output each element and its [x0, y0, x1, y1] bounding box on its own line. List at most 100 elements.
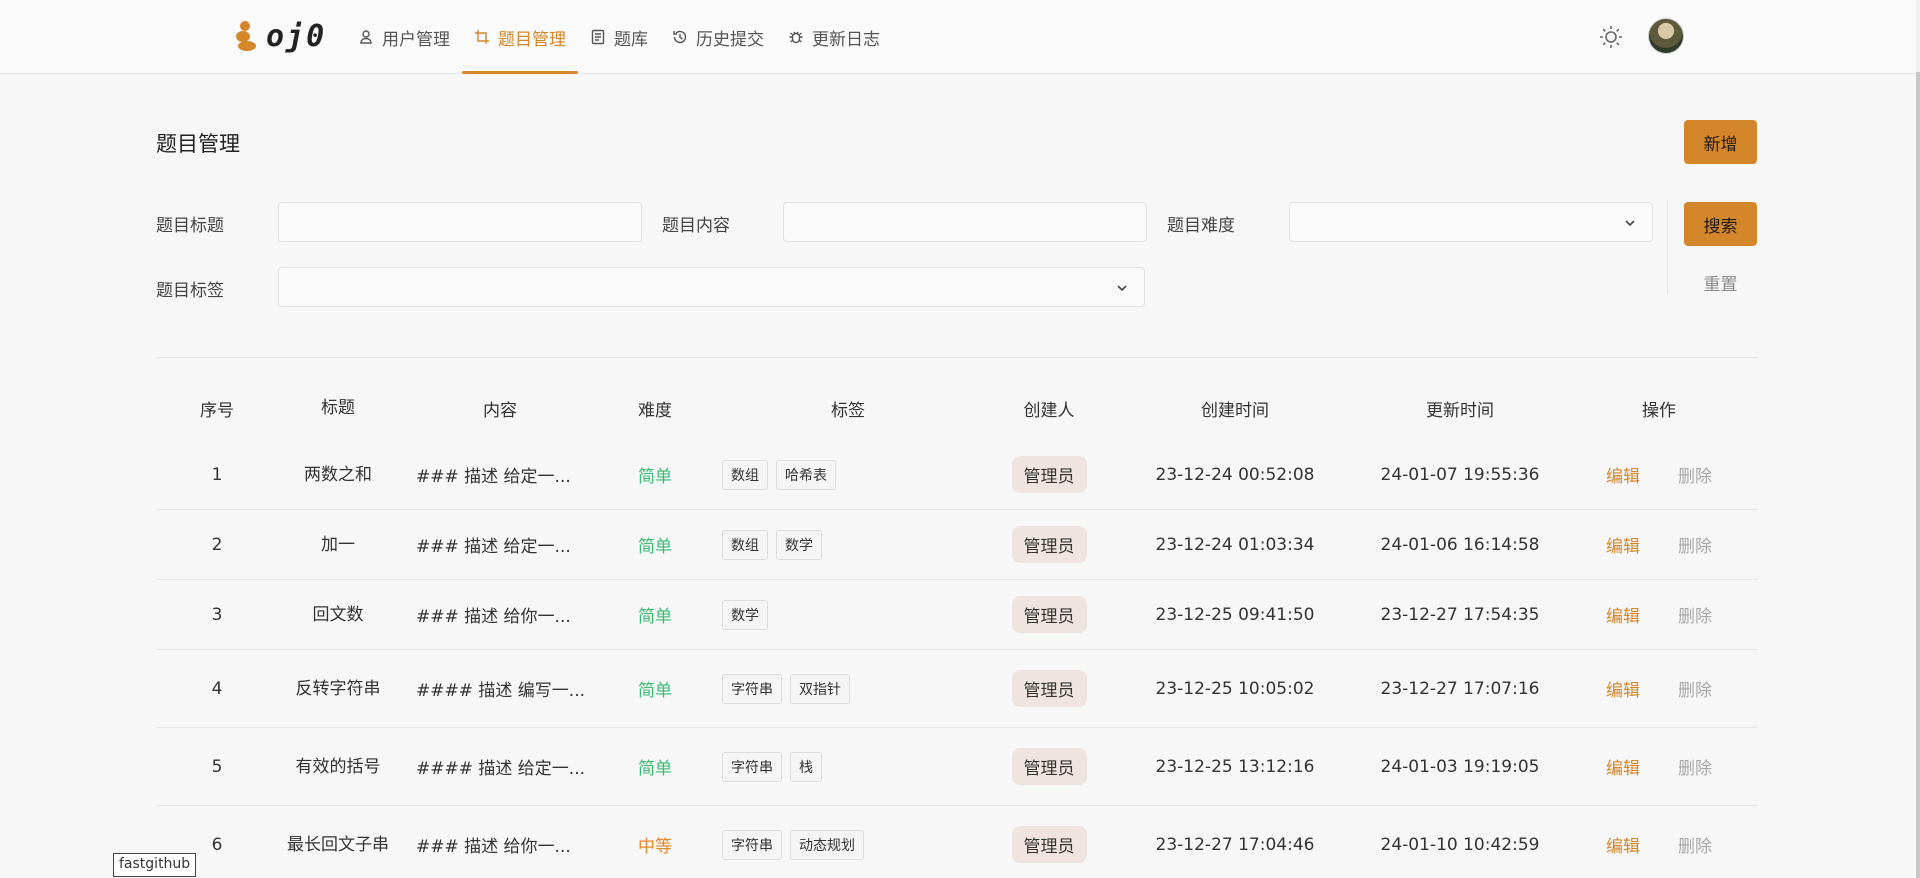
cell-actions: 编辑 删除 — [1560, 462, 1758, 487]
fastgithub-label: fastgithub — [113, 853, 197, 877]
table-row: 6 最长回文子串 ### 描述 给你一... 中等 字符串 动态规划 管理员 23-12-27… — [156, 806, 1758, 878]
tags-select[interactable] — [278, 267, 1145, 307]
nav-item-problem-admin[interactable]: 题目管理 — [462, 0, 578, 74]
page-scrollbar[interactable] — [1916, 0, 1920, 878]
table-row: 5 有效的括号 #### 描述 给定一... 简单 字符串栈管理员 23-12-25 13… — [156, 728, 1758, 806]
search-button[interactable]: 搜索 — [1684, 202, 1757, 246]
table-row: 4 反转字符串 #### 描述 编写一... 简单 字符串 双指针 管理员 23-12-25 … — [156, 650, 1758, 728]
nav-item-history[interactable]: 历史提交 — [660, 0, 776, 74]
table-row: 1 两数之和 ### 描述 给定一... 简单 数组 哈希表 管理员 23-12-24 00:… — [156, 440, 1758, 510]
tag-chip: 字符串 — [722, 751, 782, 782]
cell-created: 23-12-25 13:12:16 — [1155, 756, 1315, 777]
cell-tags: 字符串 双指针 — [708, 673, 988, 704]
delete-button[interactable]: 删除 — [1678, 754, 1712, 779]
cell-difficulty: 简单 — [638, 759, 672, 779]
cell-content: #### 描述 给定一... — [416, 759, 585, 779]
cell-updated: 24-01-07 19:55:36 — [1380, 464, 1540, 485]
edit-button[interactable]: 编辑 — [1606, 676, 1640, 701]
cell-tags: 数组 哈希表 — [708, 459, 988, 490]
nav-label-history: 历史提交 — [696, 29, 764, 50]
cell-index: 3 — [211, 604, 223, 625]
cell-created: 23-12-27 17:04:46 — [1155, 834, 1315, 855]
tag-chip: 哈希表 — [776, 459, 836, 490]
creator-badge: 管理员 — [1011, 526, 1087, 563]
cell-tags: 字符串栈 — [708, 751, 988, 782]
cell-creator: 管理员 — [988, 826, 1110, 863]
table-body: 1 两数之和 ### 描述 给定一... 简单 数组 哈希表 管理员 23-12-24 00:… — [156, 440, 1758, 878]
history-icon — [673, 30, 687, 44]
cell-content: #### 描述 编写一... — [416, 681, 585, 701]
delete-button[interactable]: 删除 — [1678, 462, 1712, 487]
user-icon — [360, 30, 372, 44]
creator-badge: 管理员 — [1011, 748, 1087, 785]
cell-title: 有效的括号 — [295, 756, 381, 777]
col-header-content: 内容 — [483, 400, 517, 421]
top-header: oj0 用户管理 题目管理 题库 历史提交 更新日志 — [0, 0, 1916, 74]
logo-mark-icon — [236, 21, 258, 51]
app-logo[interactable]: oj0 — [236, 18, 326, 54]
tag-chip: 数学 — [776, 529, 822, 560]
cell-index: 1 — [211, 464, 223, 485]
filter-divider — [1667, 200, 1668, 294]
cell-actions: 编辑 删除 — [1560, 676, 1758, 701]
user-avatar[interactable] — [1648, 18, 1684, 54]
document-icon — [591, 29, 605, 45]
cell-created: 23-12-25 09:41:50 — [1155, 604, 1315, 625]
cell-updated: 24-01-03 19:19:05 — [1380, 756, 1540, 777]
edit-button[interactable]: 编辑 — [1606, 832, 1640, 857]
cell-created: 23-12-25 10:05:02 — [1155, 678, 1315, 699]
tag-chip: 双指针 — [790, 673, 850, 704]
nav-item-changelog[interactable]: 更新日志 — [776, 0, 892, 74]
title-input[interactable] — [278, 202, 642, 242]
col-header-difficulty: 难度 — [638, 400, 672, 421]
cell-creator: 管理员 — [988, 456, 1110, 493]
cell-content: ### 描述 给定一... — [416, 467, 571, 487]
cell-actions: 编辑 删除 — [1560, 532, 1758, 557]
cell-created: 23-12-24 00:52:08 — [1155, 464, 1315, 485]
cell-difficulty: 中等 — [638, 837, 672, 857]
nav-label-changelog: 更新日志 — [812, 29, 880, 50]
filter-content-label: 题目内容 — [662, 216, 730, 236]
main-nav: 用户管理 题目管理 题库 历史提交 更新日志 — [346, 0, 892, 74]
nav-label-users: 用户管理 — [382, 29, 450, 50]
tag-chip: 字符串 — [722, 829, 782, 860]
cell-creator: 管理员 — [988, 526, 1110, 563]
cell-tags: 数学 — [708, 599, 988, 630]
edit-button[interactable]: 编辑 — [1606, 754, 1640, 779]
delete-button[interactable]: 删除 — [1678, 532, 1712, 557]
edit-button[interactable]: 编辑 — [1606, 532, 1640, 557]
add-button[interactable]: 新增 — [1684, 120, 1757, 164]
logo-text: oj0 — [266, 18, 327, 54]
cell-created: 23-12-24 01:03:34 — [1155, 534, 1315, 555]
creator-badge: 管理员 — [1011, 456, 1087, 493]
cell-content: ### 描述 给你一... — [416, 607, 571, 627]
content-input[interactable] — [783, 202, 1147, 242]
cell-updated: 24-01-06 16:14:58 — [1380, 534, 1540, 555]
crop-icon — [475, 30, 489, 44]
delete-button[interactable]: 删除 — [1678, 602, 1712, 627]
filter-title-label: 题目标题 — [156, 216, 224, 236]
nav-item-users[interactable]: 用户管理 — [346, 0, 462, 74]
reset-button[interactable]: 重置 — [1684, 268, 1757, 296]
cell-index: 6 — [211, 834, 223, 855]
cell-index: 2 — [211, 534, 223, 555]
delete-button[interactable]: 删除 — [1678, 676, 1712, 701]
cell-content: ### 描述 给你一... — [416, 837, 571, 857]
nav-item-problem-bank[interactable]: 题库 — [578, 0, 660, 74]
cell-actions: 编辑 删除 — [1560, 602, 1758, 627]
col-header-index: 序号 — [200, 400, 234, 421]
scrollbar-thumb[interactable] — [1916, 72, 1920, 878]
difficulty-select[interactable] — [1289, 202, 1653, 242]
theme-toggle-sun-icon[interactable] — [1598, 24, 1624, 50]
table-row: 2 加一 ### 描述 给定一... 简单 数组 数学 管理员 23-12-24 01:03:… — [156, 510, 1758, 580]
chevron-down-icon — [1117, 285, 1127, 292]
col-header-title: 标题 — [321, 398, 355, 418]
edit-button[interactable]: 编辑 — [1606, 462, 1640, 487]
col-header-actions: 操作 — [1642, 400, 1676, 421]
cell-tags: 字符串 动态规划 — [708, 829, 988, 860]
nav-label-problem-bank: 题库 — [614, 29, 648, 50]
delete-button[interactable]: 删除 — [1678, 832, 1712, 857]
edit-button[interactable]: 编辑 — [1606, 602, 1640, 627]
tag-chip: 数学 — [722, 599, 768, 630]
filter-tags-label: 题目标签 — [156, 281, 224, 301]
